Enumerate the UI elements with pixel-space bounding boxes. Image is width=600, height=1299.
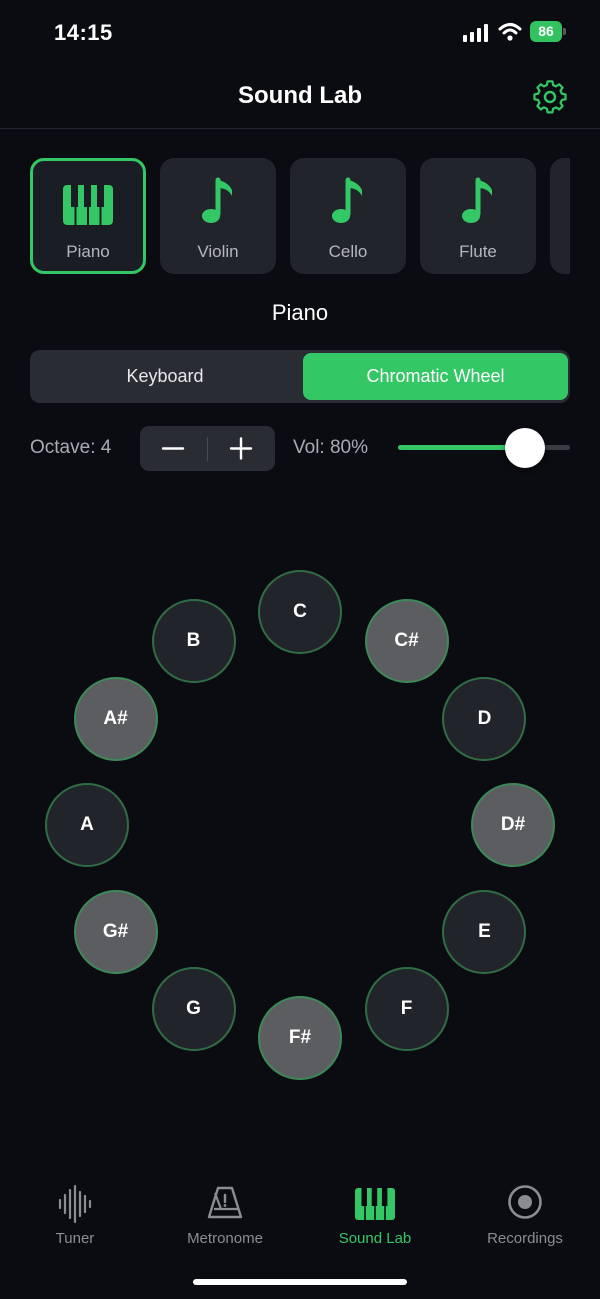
battery-percent: 86: [538, 23, 554, 39]
nav-header: Sound Lab: [0, 66, 600, 129]
tab-label: Recordings: [487, 1230, 563, 1247]
volume-slider[interactable]: [398, 428, 570, 468]
home-indicator: [193, 1279, 407, 1285]
tab-recordings[interactable]: Recordings: [450, 1170, 600, 1260]
status-time: 14:15: [54, 20, 113, 45]
note-button-d-sharp[interactable]: D#: [471, 783, 555, 867]
note-button-c-sharp[interactable]: C#: [364, 598, 449, 683]
instrument-label: Piano: [66, 242, 110, 261]
battery-indicator: 86: [530, 21, 568, 43]
tab-label: Sound Lab: [338, 1230, 412, 1247]
piano-icon: [63, 185, 113, 225]
instrument-tile-piano[interactable]: Piano: [30, 158, 146, 274]
music-note-icon: [332, 177, 362, 223]
record-icon: [508, 1185, 542, 1219]
cellular-signal-icon: [463, 24, 488, 42]
note-button-a-sharp[interactable]: A#: [73, 676, 158, 761]
note-button-g-sharp[interactable]: G#: [73, 889, 158, 974]
status-bar: 14:15 86: [0, 0, 600, 66]
octave-decrement-button[interactable]: [140, 426, 206, 471]
note-button-g[interactable]: G: [151, 967, 236, 1052]
minus-icon: [161, 447, 185, 450]
music-note-icon: [462, 177, 492, 223]
tab-label: Tuner: [55, 1230, 95, 1247]
plus-icon: [229, 437, 253, 460]
note-button-f-sharp[interactable]: F#: [258, 996, 342, 1080]
segment-keyboard[interactable]: Keyboard: [30, 350, 300, 403]
note-button-d[interactable]: D: [442, 676, 527, 761]
music-note-icon: [202, 177, 232, 223]
tab-sound-lab[interactable]: Sound Lab: [300, 1170, 450, 1260]
instrument-tile-violin[interactable]: Violin: [160, 158, 276, 274]
slider-thumb[interactable]: [504, 428, 545, 468]
instrument-tile-partial[interactable]: [550, 158, 570, 274]
selected-instrument-name: Piano: [271, 300, 329, 325]
mode-segmented-control: Keyboard Chromatic Wheel: [30, 350, 570, 403]
note-button-b[interactable]: B: [151, 598, 236, 683]
note-button-c[interactable]: C: [258, 570, 342, 654]
chromatic-wheel: C C# D D# E F F# G G# A A# B: [0, 480, 600, 1120]
octave-stepper: [140, 426, 275, 471]
instrument-tile-flute[interactable]: Flute: [420, 158, 536, 274]
instrument-label: Cello: [328, 242, 368, 261]
tab-tuner[interactable]: Tuner: [0, 1170, 150, 1260]
settings-gear-icon[interactable]: [532, 79, 568, 115]
tab-metronome[interactable]: Metronome: [150, 1170, 300, 1260]
volume-label: Vol: 80%: [293, 437, 368, 458]
piano-icon: [355, 1188, 395, 1220]
metronome-icon: [207, 1186, 243, 1219]
tab-label: Metronome: [187, 1230, 263, 1247]
instrument-label: Violin: [197, 242, 239, 261]
instrument-tile-cello[interactable]: Cello: [290, 158, 406, 274]
note-button-e[interactable]: E: [442, 889, 527, 974]
wifi-icon: [498, 23, 522, 41]
octave-label: Octave: 4: [30, 437, 112, 458]
instrument-label: Flute: [459, 242, 497, 261]
octave-increment-button[interactable]: [208, 426, 275, 471]
page-title: Sound Lab: [238, 82, 362, 109]
segment-chromatic-wheel[interactable]: Chromatic Wheel: [303, 353, 568, 400]
note-button-a[interactable]: A: [45, 783, 129, 867]
note-button-f[interactable]: F: [364, 967, 449, 1052]
instrument-selector: Piano Violin Cello Flute: [0, 158, 600, 274]
waveform-icon: [58, 1184, 92, 1224]
